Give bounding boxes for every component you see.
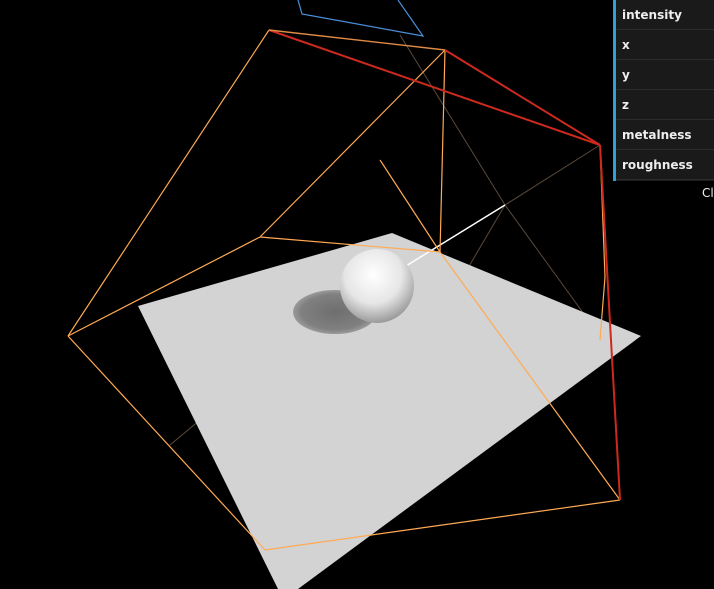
control-x[interactable]: x: [616, 30, 714, 60]
controls-panel: intensity x y z metalness roughness: [613, 0, 714, 181]
control-label-roughness: roughness: [622, 158, 693, 172]
control-label-metalness: metalness: [622, 128, 692, 142]
control-z[interactable]: z: [616, 90, 714, 120]
close-controls-button[interactable]: Cl: [702, 186, 714, 200]
control-label-y: y: [622, 68, 630, 82]
control-label-x: x: [622, 38, 630, 52]
control-roughness[interactable]: roughness: [616, 150, 714, 180]
control-label-z: z: [622, 98, 629, 112]
control-intensity[interactable]: intensity: [616, 0, 714, 30]
control-metalness[interactable]: metalness: [616, 120, 714, 150]
scene-canvas[interactable]: [0, 0, 714, 589]
light-helper: [297, 0, 425, 37]
control-label-intensity: intensity: [622, 8, 682, 22]
control-y[interactable]: y: [616, 60, 714, 90]
sphere[interactable]: [340, 249, 414, 323]
viewport[interactable]: intensity x y z metalness roughness Cl: [0, 0, 714, 589]
